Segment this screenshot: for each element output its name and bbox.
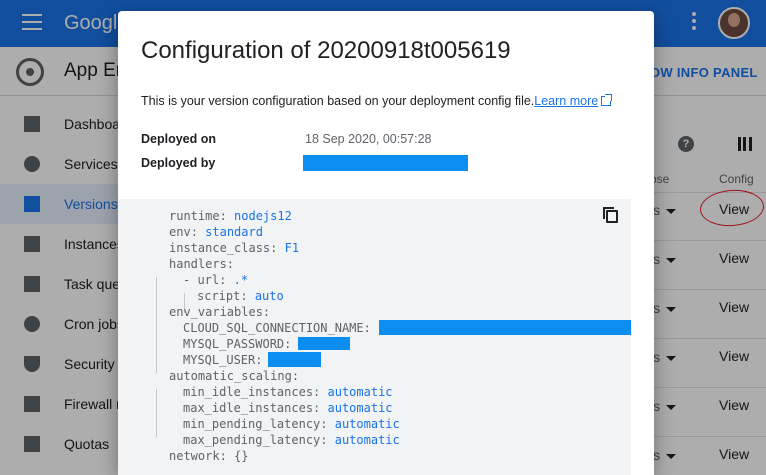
code-line: min_pending_latency: automatic: [183, 417, 400, 431]
redacted-mysql-password: [298, 337, 350, 350]
code-line: min_idle_instances: automatic: [183, 385, 393, 399]
redacted-cloud-sql-connection: [379, 320, 631, 335]
config-code-block: runtime: nodejs12 env: standard instance…: [118, 199, 631, 475]
code-line: - url: .*: [183, 273, 249, 287]
description-text: This is your version configuration based…: [141, 94, 535, 108]
code-line: runtime: nodejs12: [169, 209, 292, 223]
redacted-deployed-by: [303, 155, 468, 171]
deployed-by-label: Deployed by: [141, 156, 216, 170]
code-line: MYSQL_PASSWORD:: [183, 337, 292, 351]
deployed-on-label: Deployed on: [141, 132, 217, 146]
configuration-dialog: Configuration of 20200918t005619 This is…: [118, 11, 654, 475]
code-line: handlers:: [169, 257, 235, 271]
code-line: automatic_scaling:: [169, 369, 300, 383]
code-line: network: {}: [169, 449, 249, 463]
redacted-mysql-user: [268, 352, 321, 367]
dialog-title: Configuration of 20200918t005619: [141, 37, 511, 64]
deployed-on-value: 18 Sep 2020, 00:57:28: [305, 132, 432, 146]
copy-icon[interactable]: [603, 207, 618, 223]
code-line: max_pending_latency: automatic: [183, 433, 400, 447]
dialog-description: This is your version configuration based…: [141, 94, 613, 108]
code-line: env: standard: [169, 225, 263, 239]
code-line: env_variables:: [169, 305, 271, 319]
code-line: script: auto: [197, 289, 284, 303]
learn-more-link[interactable]: Learn more: [534, 94, 598, 108]
indent-guide: [156, 277, 157, 373]
code-line: CLOUD_SQL_CONNECTION_NAME:: [183, 321, 371, 335]
code-line: instance_class: F1: [169, 241, 300, 255]
code-line: MYSQL_USER:: [183, 353, 263, 367]
external-link-icon: [601, 94, 613, 106]
indent-guide: [156, 389, 157, 437]
code-line: max_idle_instances: automatic: [183, 401, 393, 415]
